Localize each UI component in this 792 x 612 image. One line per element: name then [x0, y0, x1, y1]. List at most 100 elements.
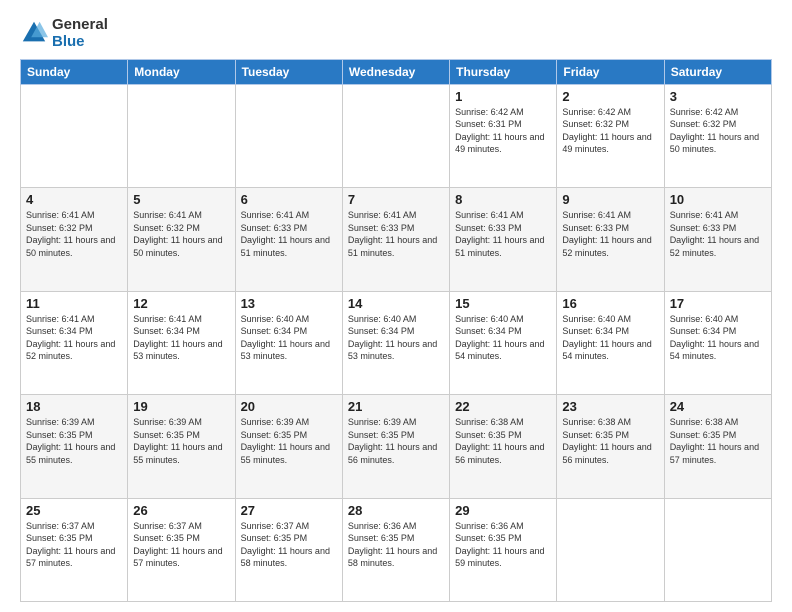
logo-text: General Blue: [52, 16, 108, 51]
calendar-cell: 15 Sunrise: 6:40 AM Sunset: 6:34 PM Dayli…: [450, 291, 557, 395]
calendar-cell: 7 Sunrise: 6:41 AM Sunset: 6:33 PM Daylig…: [342, 188, 449, 292]
day-info: Sunrise: 6:36 AM Sunset: 6:35 PM Dayligh…: [348, 520, 444, 570]
day-number: 6: [241, 192, 337, 207]
calendar-cell: [342, 84, 449, 188]
day-info: Sunrise: 6:40 AM Sunset: 6:34 PM Dayligh…: [562, 313, 658, 363]
day-info: Sunrise: 6:39 AM Sunset: 6:35 PM Dayligh…: [26, 416, 122, 466]
day-info: Sunrise: 6:42 AM Sunset: 6:32 PM Dayligh…: [562, 106, 658, 156]
day-number: 8: [455, 192, 551, 207]
calendar-cell: 19 Sunrise: 6:39 AM Sunset: 6:35 PM Dayli…: [128, 395, 235, 499]
calendar-cell: 9 Sunrise: 6:41 AM Sunset: 6:33 PM Daylig…: [557, 188, 664, 292]
logo-blue: Blue: [52, 33, 85, 50]
week-row-5: 25 Sunrise: 6:37 AM Sunset: 6:35 PM Dayli…: [21, 498, 772, 602]
week-row-2: 4Sunrise: 6:41 AM Sunset: 6:32 PM Daylig…: [21, 188, 772, 292]
day-number: 11: [26, 296, 122, 311]
calendar-cell: 5Sunrise: 6:41 AM Sunset: 6:32 PM Daylig…: [128, 188, 235, 292]
day-info: Sunrise: 6:41 AM Sunset: 6:33 PM Dayligh…: [562, 209, 658, 259]
day-info: Sunrise: 6:36 AM Sunset: 6:35 PM Dayligh…: [455, 520, 551, 570]
day-number: 14: [348, 296, 444, 311]
day-info: Sunrise: 6:41 AM Sunset: 6:34 PM Dayligh…: [26, 313, 122, 363]
header: General Blue: [20, 16, 772, 51]
day-info: Sunrise: 6:39 AM Sunset: 6:35 PM Dayligh…: [348, 416, 444, 466]
day-info: Sunrise: 6:41 AM Sunset: 6:33 PM Dayligh…: [455, 209, 551, 259]
calendar-table: SundayMondayTuesdayWednesdayThursdayFrid…: [20, 59, 772, 603]
day-info: Sunrise: 6:38 AM Sunset: 6:35 PM Dayligh…: [562, 416, 658, 466]
weekday-header-sunday: Sunday: [21, 59, 128, 84]
calendar-cell: 11 Sunrise: 6:41 AM Sunset: 6:34 PM Dayli…: [21, 291, 128, 395]
day-number: 9: [562, 192, 658, 207]
day-number: 5: [133, 192, 229, 207]
day-number: 12: [133, 296, 229, 311]
day-number: 27: [241, 503, 337, 518]
day-number: 24: [670, 399, 766, 414]
weekday-header-row: SundayMondayTuesdayWednesdayThursdayFrid…: [21, 59, 772, 84]
calendar-cell: 13 Sunrise: 6:40 AM Sunset: 6:34 PM Dayli…: [235, 291, 342, 395]
calendar-cell: 25 Sunrise: 6:37 AM Sunset: 6:35 PM Dayli…: [21, 498, 128, 602]
day-info: Sunrise: 6:40 AM Sunset: 6:34 PM Dayligh…: [241, 313, 337, 363]
day-number: 17: [670, 296, 766, 311]
day-number: 21: [348, 399, 444, 414]
calendar-cell: [21, 84, 128, 188]
day-number: 13: [241, 296, 337, 311]
day-info: Sunrise: 6:37 AM Sunset: 6:35 PM Dayligh…: [241, 520, 337, 570]
day-info: Sunrise: 6:37 AM Sunset: 6:35 PM Dayligh…: [133, 520, 229, 570]
day-number: 15: [455, 296, 551, 311]
calendar-cell: 22Sunrise: 6:38 AM Sunset: 6:35 PM Dayli…: [450, 395, 557, 499]
day-info: Sunrise: 6:42 AM Sunset: 6:32 PM Dayligh…: [670, 106, 766, 156]
calendar-cell: 21 Sunrise: 6:39 AM Sunset: 6:35 PM Dayli…: [342, 395, 449, 499]
calendar-cell: 1 Sunrise: 6:42 AM Sunset: 6:31 PM Daylig…: [450, 84, 557, 188]
week-row-4: 18 Sunrise: 6:39 AM Sunset: 6:35 PM Dayli…: [21, 395, 772, 499]
logo: General Blue: [20, 16, 108, 51]
calendar-cell: 28 Sunrise: 6:36 AM Sunset: 6:35 PM Dayli…: [342, 498, 449, 602]
day-number: 20: [241, 399, 337, 414]
calendar-cell: 10Sunrise: 6:41 AM Sunset: 6:33 PM Dayli…: [664, 188, 771, 292]
day-info: Sunrise: 6:42 AM Sunset: 6:31 PM Dayligh…: [455, 106, 551, 156]
day-number: 2: [562, 89, 658, 104]
day-info: Sunrise: 6:41 AM Sunset: 6:34 PM Dayligh…: [133, 313, 229, 363]
calendar-cell: 6 Sunrise: 6:41 AM Sunset: 6:33 PM Daylig…: [235, 188, 342, 292]
day-number: 18: [26, 399, 122, 414]
day-info: Sunrise: 6:40 AM Sunset: 6:34 PM Dayligh…: [670, 313, 766, 363]
day-info: Sunrise: 6:41 AM Sunset: 6:33 PM Dayligh…: [348, 209, 444, 259]
calendar-cell: 12 Sunrise: 6:41 AM Sunset: 6:34 PM Dayli…: [128, 291, 235, 395]
weekday-header-monday: Monday: [128, 59, 235, 84]
logo-icon: [20, 19, 48, 47]
day-info: Sunrise: 6:41 AM Sunset: 6:33 PM Dayligh…: [670, 209, 766, 259]
day-number: 23: [562, 399, 658, 414]
day-info: Sunrise: 6:37 AM Sunset: 6:35 PM Dayligh…: [26, 520, 122, 570]
calendar-cell: 29 Sunrise: 6:36 AM Sunset: 6:35 PM Dayli…: [450, 498, 557, 602]
calendar-cell: 23 Sunrise: 6:38 AM Sunset: 6:35 PM Dayli…: [557, 395, 664, 499]
week-row-1: 1 Sunrise: 6:42 AM Sunset: 6:31 PM Daylig…: [21, 84, 772, 188]
weekday-header-thursday: Thursday: [450, 59, 557, 84]
day-number: 29: [455, 503, 551, 518]
day-info: Sunrise: 6:39 AM Sunset: 6:35 PM Dayligh…: [133, 416, 229, 466]
weekday-header-wednesday: Wednesday: [342, 59, 449, 84]
day-number: 19: [133, 399, 229, 414]
day-info: Sunrise: 6:39 AM Sunset: 6:35 PM Dayligh…: [241, 416, 337, 466]
day-info: Sunrise: 6:41 AM Sunset: 6:32 PM Dayligh…: [26, 209, 122, 259]
calendar-cell: 20 Sunrise: 6:39 AM Sunset: 6:35 PM Dayli…: [235, 395, 342, 499]
day-info: Sunrise: 6:38 AM Sunset: 6:35 PM Dayligh…: [670, 416, 766, 466]
day-number: 16: [562, 296, 658, 311]
calendar-cell: [664, 498, 771, 602]
day-number: 7: [348, 192, 444, 207]
weekday-header-saturday: Saturday: [664, 59, 771, 84]
weekday-header-tuesday: Tuesday: [235, 59, 342, 84]
day-info: Sunrise: 6:41 AM Sunset: 6:33 PM Dayligh…: [241, 209, 337, 259]
day-number: 28: [348, 503, 444, 518]
calendar-cell: [557, 498, 664, 602]
day-number: 1: [455, 89, 551, 104]
calendar-cell: [235, 84, 342, 188]
day-number: 26: [133, 503, 229, 518]
calendar-cell: 3 Sunrise: 6:42 AM Sunset: 6:32 PM Daylig…: [664, 84, 771, 188]
day-number: 3: [670, 89, 766, 104]
logo-general: General: [52, 16, 108, 33]
calendar-cell: 18 Sunrise: 6:39 AM Sunset: 6:35 PM Dayli…: [21, 395, 128, 499]
page: General Blue SundayMondayTuesdayWednesda…: [0, 0, 792, 612]
calendar-cell: 17 Sunrise: 6:40 AM Sunset: 6:34 PM Dayli…: [664, 291, 771, 395]
day-info: Sunrise: 6:38 AM Sunset: 6:35 PM Dayligh…: [455, 416, 551, 466]
calendar-cell: 14Sunrise: 6:40 AM Sunset: 6:34 PM Dayli…: [342, 291, 449, 395]
calendar-cell: 2 Sunrise: 6:42 AM Sunset: 6:32 PM Daylig…: [557, 84, 664, 188]
day-number: 25: [26, 503, 122, 518]
day-info: Sunrise: 6:40 AM Sunset: 6:34 PM Dayligh…: [455, 313, 551, 363]
